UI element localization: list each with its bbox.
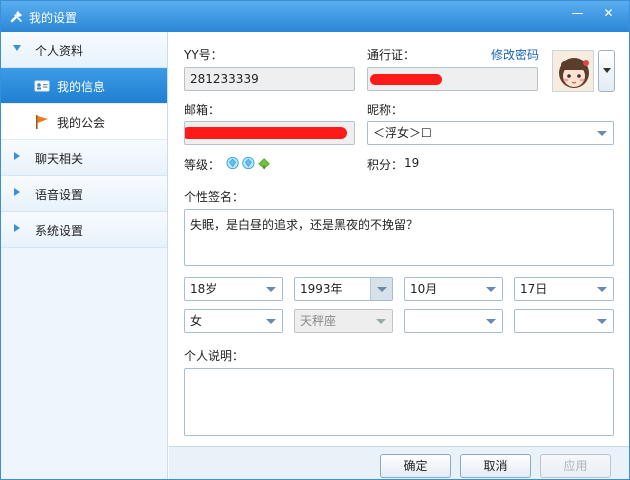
- zodiac-select: 天秤座: [294, 309, 393, 333]
- age-value: 18岁: [190, 282, 218, 296]
- sidebar-item-label: 我的信息: [57, 80, 106, 94]
- sidebar: 个人资料 我的信息 我的公会 聊天相关 语音设置 系统设置: [1, 32, 168, 479]
- diamond-icon: [226, 156, 239, 170]
- passport-label: 通行证：: [367, 48, 416, 62]
- passport-field: [367, 67, 538, 91]
- yy-number-field: 281233339: [184, 67, 355, 91]
- redaction-mark: [185, 127, 347, 139]
- avatar-image: [553, 51, 593, 91]
- birth-day-select[interactable]: 17日: [514, 277, 614, 301]
- chevron-down-icon[interactable]: [266, 319, 276, 324]
- chevron-down-icon[interactable]: [597, 131, 607, 136]
- nickname-value: ＜浮女＞☐: [373, 126, 432, 140]
- birth-year-value: 1993年: [300, 282, 343, 296]
- change-password-link[interactable]: 修改密码: [491, 46, 539, 63]
- chevron-down-icon[interactable]: [370, 278, 392, 300]
- id-card-icon: [34, 80, 50, 92]
- zodiac-value: 天秤座: [300, 314, 337, 328]
- yy-number-label: YY号：: [184, 48, 223, 62]
- level-label: 等级：: [184, 158, 221, 172]
- chevron-down-icon[interactable]: [486, 287, 496, 292]
- email-label: 邮箱：: [184, 103, 221, 117]
- description-input[interactable]: [184, 368, 614, 436]
- chevron-down-icon: [376, 319, 386, 324]
- chevron-down-icon[interactable]: [597, 287, 607, 292]
- sidebar-item-my-info[interactable]: 我的信息: [1, 68, 167, 104]
- nav-group-label: 个人资料: [35, 44, 84, 58]
- sidebar-item-my-guild[interactable]: 我的公会: [1, 104, 167, 140]
- level-badges: [226, 156, 270, 170]
- chevron-down-icon[interactable]: [486, 319, 496, 324]
- tools-icon: [10, 11, 22, 23]
- birth-day-value: 17日: [520, 282, 548, 296]
- leaf-icon: [258, 158, 270, 170]
- collapsed-arrow-icon: [14, 224, 20, 232]
- collapsed-arrow-icon: [14, 188, 20, 196]
- points-value: 19: [404, 156, 420, 170]
- title-bar[interactable]: 我的设置 — ✕: [1, 1, 629, 32]
- cancel-button[interactable]: 取消: [460, 454, 531, 478]
- city-select[interactable]: [514, 309, 614, 333]
- nav-group-system[interactable]: 系统设置: [1, 212, 167, 248]
- chevron-down-icon[interactable]: [266, 287, 276, 292]
- signature-label: 个性签名：: [184, 190, 245, 204]
- sidebar-item-label: 我的公会: [57, 116, 106, 130]
- nickname-label: 昵称：: [367, 103, 404, 117]
- diamond-icon: [242, 156, 255, 170]
- collapsed-arrow-icon: [14, 152, 20, 160]
- gender-value: 女: [190, 314, 203, 328]
- gender-select[interactable]: 女: [184, 309, 283, 333]
- age-select[interactable]: 18岁: [184, 277, 283, 301]
- redaction-mark: [370, 74, 442, 85]
- footer-bar: 确定 取消 应用: [169, 446, 629, 479]
- close-button[interactable]: ✕: [595, 3, 622, 23]
- birth-year-select[interactable]: 1993年: [294, 277, 393, 301]
- nav-group-voice[interactable]: 语音设置: [1, 176, 167, 212]
- nav-group-chat[interactable]: 聊天相关: [1, 140, 167, 176]
- nav-group-label: 语音设置: [35, 188, 84, 202]
- flag-icon: [36, 115, 48, 129]
- nav-group-profile[interactable]: 个人资料: [1, 32, 167, 68]
- settings-window: 我的设置 — ✕ 个人资料 我的信息 我的公会 聊天相关 语音设置 系统设置 Y…: [0, 0, 630, 480]
- minimize-button[interactable]: —: [564, 3, 591, 23]
- email-field: [184, 121, 355, 145]
- avatar[interactable]: [552, 50, 594, 92]
- profile-panel: YY号： 281233339 通行证： 修改密码 邮箱： 昵称： ＜浮女＞☐ 等…: [169, 32, 629, 446]
- nav-group-label: 系统设置: [35, 224, 84, 238]
- province-select[interactable]: [404, 309, 503, 333]
- nav-group-label: 聊天相关: [35, 152, 84, 166]
- nickname-field[interactable]: ＜浮女＞☐: [367, 121, 614, 145]
- ok-button[interactable]: 确定: [380, 454, 451, 478]
- expanded-arrow-icon: [13, 45, 21, 51]
- points-label: 积分：: [367, 158, 404, 172]
- description-label: 个人说明：: [184, 349, 245, 363]
- window-title: 我的设置: [29, 11, 78, 25]
- birth-month-value: 10月: [410, 282, 438, 296]
- signature-input[interactable]: 失眠，是白昼的追求，还是黑夜的不挽留？: [184, 209, 614, 266]
- apply-button[interactable]: 应用: [540, 454, 611, 478]
- birth-month-select[interactable]: 10月: [404, 277, 503, 301]
- avatar-menu-button[interactable]: [598, 50, 615, 92]
- chevron-down-icon[interactable]: [597, 319, 607, 324]
